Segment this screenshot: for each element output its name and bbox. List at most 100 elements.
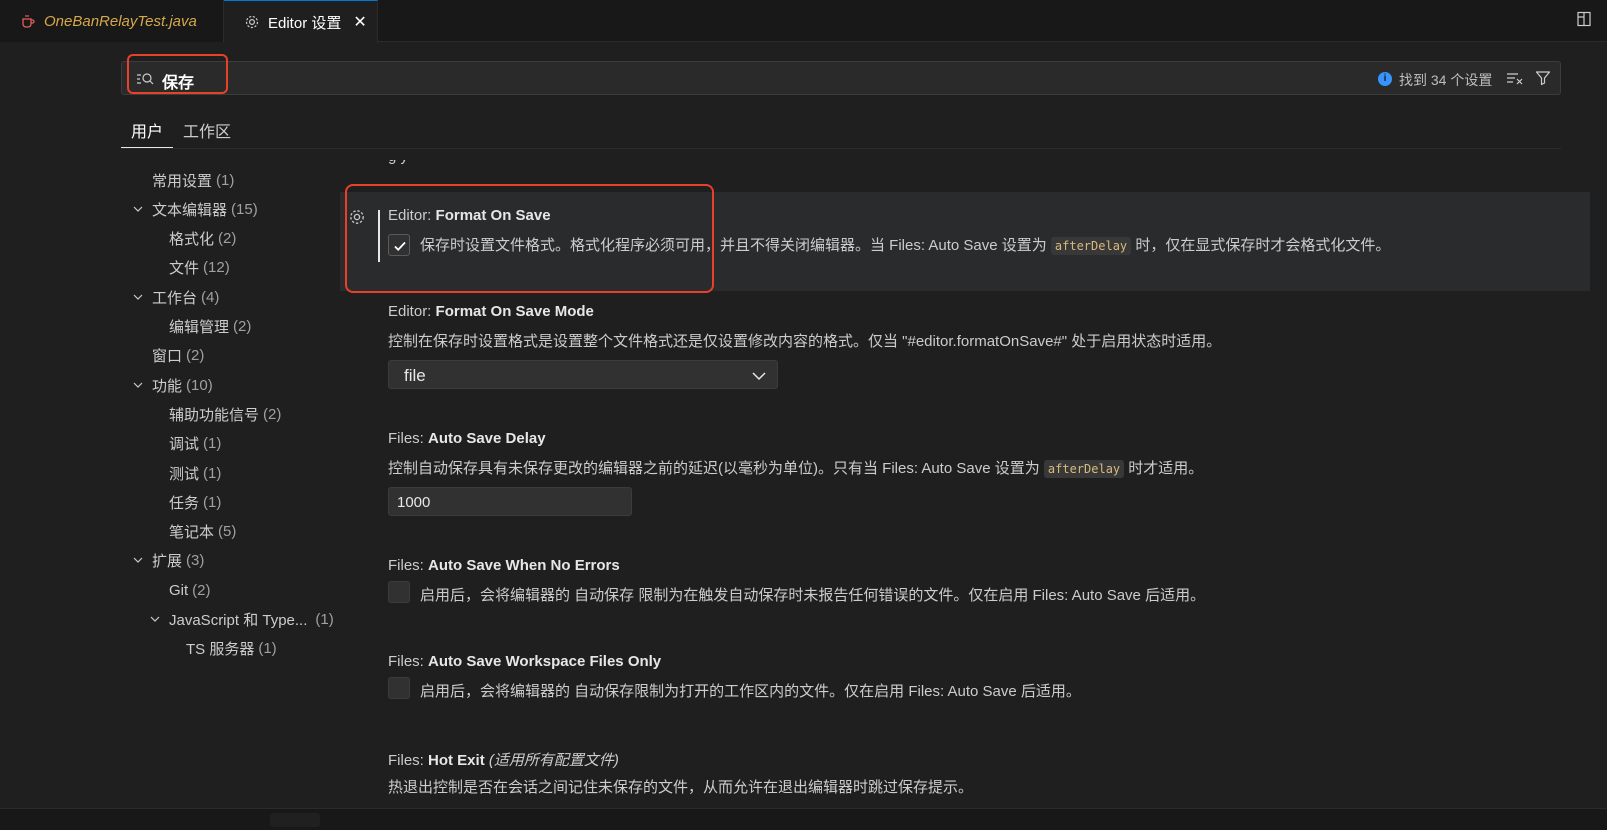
toc-label: 调试 — [169, 435, 200, 453]
chevron-down-icon — [130, 289, 146, 305]
auto-save-delay-input[interactable]: 1000 — [388, 487, 632, 516]
toc-label: Git — [169, 581, 189, 599]
toc-item-files[interactable]: 文件 (12) — [169, 255, 230, 279]
toc-count: (15) — [231, 200, 258, 218]
toc-item-extensions[interactable]: 扩展 (3) — [130, 548, 204, 572]
toc-item-git[interactable]: Git (2) — [169, 578, 211, 602]
toc-count: (2) — [218, 229, 237, 247]
setting-name: Format On Save Mode — [435, 303, 594, 320]
toc-count: (1) — [258, 639, 277, 657]
toc-label: 常用设置 — [152, 172, 213, 190]
select-value: file — [404, 366, 426, 385]
clipped-setting-text: g y — [388, 160, 408, 165]
setting-name: Format On Save — [435, 207, 551, 224]
tab-label: OneBanRelayTest.java — [44, 12, 197, 30]
setting-category: Files: — [388, 653, 429, 670]
toc-item-testing[interactable]: 测试 (1) — [169, 461, 221, 485]
setting-title: Editor: Format On Save — [388, 207, 551, 224]
toc-label: 辅助功能信号 — [169, 406, 260, 424]
setting-format-on-save[interactable]: Editor: Format On Save 保存时设置文件格式。格式化程序必须… — [340, 192, 1590, 291]
setting-title-auto-save-delay: Files: Auto Save Delay — [388, 430, 546, 447]
info-icon: i — [1378, 72, 1392, 86]
toc-label: 工作台 — [152, 289, 198, 307]
toc-label: 窗口 — [152, 347, 183, 365]
settings-list: g y Editor: Format On Save 保存时设置文件格式。格式化… — [340, 160, 1590, 810]
toc-count: (12) — [203, 258, 230, 276]
tab-label: Editor 设置 — [268, 14, 342, 32]
setting-description: 启用后，会将编辑器的 自动保存 限制为在触发自动保存时未报告任何错误的文件。仅在… — [420, 587, 1206, 604]
toc-count: (3) — [186, 551, 205, 569]
toc-label: TS 服务器 — [186, 640, 255, 658]
setting-name: Hot Exit — [428, 752, 485, 769]
toc-label: 功能 — [152, 377, 183, 395]
toc-item-ts-server[interactable]: TS 服务器 (1) — [186, 636, 277, 660]
chevron-down-icon — [147, 611, 163, 627]
toc-label: 格式化 — [169, 230, 215, 248]
setting-category: Files: — [388, 430, 429, 447]
setting-title-format-on-save-mode: Editor: Format On Save Mode — [388, 303, 594, 320]
toc-item-features[interactable]: 功能 (10) — [130, 373, 213, 397]
setting-description: 控制自动保存具有未保存更改的编辑器之前的延迟(以毫秒为单位)。只有当 Files… — [388, 457, 1203, 478]
toc-item-formatting[interactable]: 格式化 (2) — [169, 226, 236, 250]
format-on-save-checkbox[interactable] — [388, 234, 410, 256]
toc-count: (2) — [263, 405, 282, 423]
toc-count: (1) — [203, 434, 222, 452]
toc-item-workbench[interactable]: 工作台 (4) — [130, 285, 219, 309]
code-snippet: afterDelay — [1050, 237, 1132, 255]
setting-title-auto-save-workspace: Files: Auto Save Workspace Files Only — [388, 653, 661, 670]
setting-name: Auto Save Delay — [428, 430, 546, 447]
split-editor-icon[interactable] — [1575, 10, 1593, 28]
tab-java-file[interactable]: OneBanRelayTest.java — [0, 0, 224, 42]
tab-editor-settings[interactable]: Editor 设置 ✕ — [224, 0, 378, 43]
setting-description: 启用后，会将编辑器的 自动保存限制为打开的工作区内的文件。仅在启用 Files:… — [420, 683, 1081, 700]
setting-name: Auto Save When No Errors — [428, 557, 620, 574]
setting-title-hot-exit: Files: Hot Exit (适用所有配置文件) — [388, 749, 619, 770]
settings-search-bar[interactable]: 保存 i 找到 34 个设置 — [121, 61, 1561, 95]
toc-label: JavaScript 和 Type... — [169, 611, 308, 629]
format-mode-select[interactable]: file — [388, 360, 778, 389]
setting-category: Editor: — [388, 207, 436, 224]
setting-description: 控制在保存时设置格式是设置整个文件格式还是仅设置修改内容的格式。仅当 "#edi… — [388, 333, 1222, 350]
auto-save-workspace-checkbox[interactable] — [388, 677, 410, 699]
toc-item-text-editor[interactable]: 文本编辑器 (15) — [130, 197, 258, 221]
toc-label: 文本编辑器 — [152, 201, 228, 219]
chevron-down-icon — [751, 368, 767, 388]
close-icon[interactable]: ✕ — [353, 12, 366, 32]
result-count: 找到 34 个设置 — [1399, 72, 1493, 88]
toc-count: (10) — [186, 376, 213, 394]
horizontal-scrollbar[interactable] — [0, 808, 1607, 830]
tab-workspace[interactable]: 工作区 — [173, 116, 241, 148]
scrollbar-thumb[interactable] — [270, 813, 320, 827]
toc-count: (1) — [216, 171, 235, 189]
toc-item-accessibility-signals[interactable]: 辅助功能信号 (2) — [169, 402, 281, 426]
toc-item-window[interactable]: 窗口 (2) — [152, 343, 204, 367]
toc-label: 任务 — [169, 494, 200, 512]
search-input[interactable]: 保存 — [162, 69, 194, 93]
toc-count: (2) — [192, 581, 211, 599]
toc-item-javascript-typescript[interactable]: JavaScript 和 Type... (1) — [147, 607, 334, 631]
gear-icon — [244, 14, 260, 30]
toc-label: 扩展 — [152, 552, 183, 570]
scope-tabs: 用户 工作区 — [121, 116, 1561, 149]
clear-filter-icon[interactable] — [1506, 70, 1524, 86]
tab-user[interactable]: 用户 — [121, 116, 174, 148]
toc-item-tasks[interactable]: 任务 (1) — [169, 490, 221, 514]
toc-item-debug[interactable]: 调试 (1) — [169, 431, 221, 455]
setting-gear-icon[interactable] — [348, 208, 366, 226]
toc-item-editor-management[interactable]: 编辑管理 (2) — [169, 314, 251, 338]
chevron-down-icon — [130, 552, 146, 568]
toc-item-notebook[interactable]: 笔记本 (5) — [169, 519, 236, 543]
filter-icon[interactable] — [1535, 70, 1551, 86]
toc-item-common[interactable]: 常用设置 (1) — [152, 168, 234, 192]
desc-text: 时，仅在显式保存时才会格式化文件。 — [1131, 237, 1391, 254]
chevron-down-icon — [130, 201, 146, 217]
toc-count: (1) — [315, 610, 334, 628]
toc-count: (1) — [203, 493, 222, 511]
input-value: 1000 — [397, 494, 431, 511]
toc-count: (1) — [203, 464, 222, 482]
setting-description: 保存时设置文件格式。格式化程序必须可用，并且不得关闭编辑器。当 Files: A… — [420, 234, 1390, 255]
toc-label: 编辑管理 — [169, 318, 230, 336]
auto-save-no-errors-checkbox[interactable] — [388, 581, 410, 603]
toc-count: (5) — [218, 522, 237, 540]
setting-category: Editor: — [388, 303, 436, 320]
